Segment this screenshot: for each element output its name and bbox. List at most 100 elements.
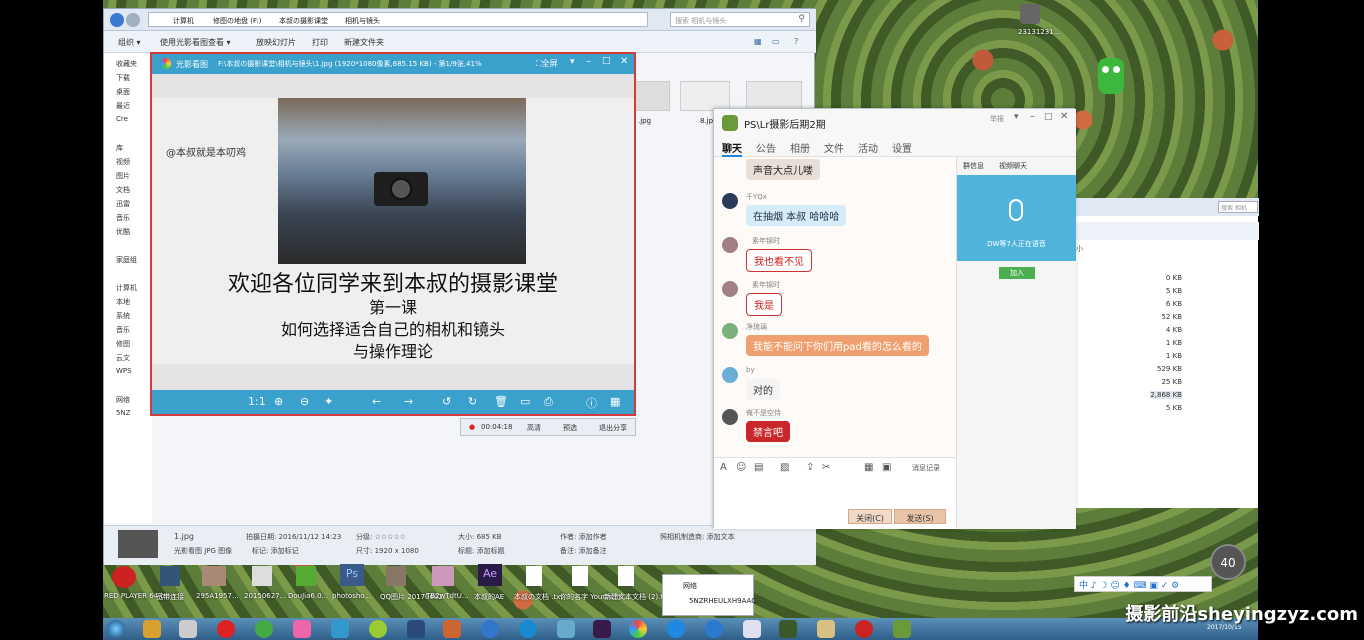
breadcrumb-item[interactable]: 本叔の摄影课堂 (279, 16, 328, 26)
nav-item[interactable]: 家庭组 (116, 255, 137, 265)
close-chat-button[interactable]: 关闭(C) (848, 509, 892, 524)
nav-item[interactable]: 优酷 (116, 227, 130, 237)
desktop-icon[interactable] (526, 566, 542, 586)
preview-button[interactable]: 预选 (563, 423, 577, 433)
new-folder-button[interactable]: 新建文件夹 (344, 37, 384, 48)
font-icon[interactable]: A (720, 462, 727, 473)
minimize-icon[interactable]: – (586, 56, 591, 67)
actual-size-button[interactable]: 1:1 (248, 395, 266, 408)
desktop-icon[interactable] (160, 566, 180, 586)
desktop-icon[interactable] (112, 566, 136, 588)
taskbar-app-icon[interactable] (519, 620, 537, 638)
file-thumbnail[interactable] (680, 81, 730, 111)
tab-notice[interactable]: 公告 (756, 140, 776, 155)
tab-files[interactable]: 文件 (824, 140, 844, 155)
file-thumbnail[interactable] (634, 81, 670, 111)
desktop-icon[interactable] (252, 566, 272, 586)
forward-icon[interactable] (126, 13, 140, 27)
tab-chat[interactable]: 聊天 (722, 140, 742, 157)
taskbar-app-icon[interactable] (743, 620, 761, 638)
details-camera[interactable]: 照相机制造商: 添加文本 (660, 532, 735, 542)
avatar[interactable] (722, 409, 738, 425)
desktop-icon[interactable] (432, 566, 454, 586)
nav-item[interactable]: 网络 (116, 395, 130, 405)
ime-toolbar[interactable]: 中 ♪ ☽ ☺ ♦ ⌨ ▣ ✓ ⚙ (1074, 576, 1212, 592)
taskbar-ie-icon[interactable] (705, 620, 723, 638)
more-icon[interactable]: ▣ (882, 462, 891, 473)
after-effects-icon[interactable]: Ae (478, 564, 502, 586)
nav-item[interactable]: 迅雷 (116, 199, 130, 209)
taskbar-app-icon[interactable] (255, 620, 273, 638)
exit-share-button[interactable]: 退出分享 (599, 423, 627, 433)
taskbar-browser-icon[interactable] (481, 620, 499, 638)
desktop-icon[interactable] (618, 566, 634, 586)
desktop-icon[interactable] (572, 566, 588, 586)
nav-item[interactable]: 库 (116, 143, 123, 153)
report-button[interactable]: 举报 (990, 114, 1004, 124)
print-icon[interactable]: ⎙ (544, 395, 553, 409)
photoshop-icon[interactable]: Ps (340, 564, 364, 586)
taskbar-app-icon[interactable] (179, 620, 197, 638)
fullscreen-button[interactable]: ⛶全屏 (536, 58, 558, 69)
next-arrow-icon[interactable]: → (404, 395, 413, 408)
zoom-in-icon[interactable]: ⊕ (274, 395, 283, 408)
upload-icon[interactable]: ⇪ (806, 462, 814, 473)
nav-item[interactable]: 云文 (116, 353, 130, 363)
taskbar-app-icon[interactable] (369, 620, 387, 638)
organize-button[interactable]: 组织 ▾ (118, 37, 141, 48)
open-folder-icon[interactable]: ▭ (520, 395, 530, 408)
nav-item[interactable]: 5NZ (116, 409, 131, 417)
menu-icon[interactable]: ▾ (1014, 112, 1019, 122)
taskbar-app-icon[interactable] (855, 620, 873, 638)
view-options-icon[interactable]: ▦ (754, 37, 762, 46)
file-thumbnail[interactable] (746, 81, 802, 111)
avatar[interactable] (722, 237, 738, 253)
avatar[interactable] (722, 323, 738, 339)
grid-icon[interactable]: ▦ (610, 395, 620, 408)
taskbar-app-icon[interactable] (293, 620, 311, 638)
tab-activity[interactable]: 活动 (858, 140, 878, 155)
nav-item[interactable]: 桌面 (116, 87, 130, 97)
nav-item[interactable]: 视频 (116, 157, 130, 167)
details-note[interactable]: 备注: 添加备注 (560, 546, 607, 556)
maximize-icon[interactable]: □ (602, 56, 611, 66)
maximize-icon[interactable]: □ (1044, 112, 1053, 122)
nav-item[interactable]: 音乐 (116, 213, 130, 223)
open-with-button[interactable]: 使用光影看图查看 ▾ (160, 37, 231, 48)
taskbar-app-icon[interactable] (443, 620, 461, 638)
minimize-icon[interactable]: – (1030, 111, 1035, 122)
nav-item[interactable]: 修图 (116, 339, 130, 349)
details-tags[interactable]: 标记: 添加标记 (252, 546, 299, 556)
nav-item[interactable]: 系统 (116, 311, 130, 321)
nav-item[interactable]: 收藏夹 (116, 59, 137, 69)
network-pc-label[interactable]: 5NZRHEULXH9AAC (689, 597, 756, 605)
breadcrumb-item[interactable]: 相机与镜头 (345, 16, 380, 26)
tab-group-info[interactable]: 群信息 (963, 161, 984, 171)
tab-video-chat[interactable]: 视频聊天 (999, 161, 1027, 171)
nav-item[interactable]: 本地 (116, 297, 130, 307)
network-label[interactable]: 网络 (683, 581, 697, 591)
ex2-search-input[interactable]: 搜索 相机 (1218, 201, 1258, 213)
taskbar-app-icon[interactable] (779, 620, 797, 638)
hd-button[interactable]: 高清 (527, 423, 541, 433)
nav-item[interactable]: 图片 (116, 171, 130, 181)
nav-item[interactable]: 下载 (116, 73, 130, 83)
magic-wand-icon[interactable]: ✦ (324, 395, 333, 408)
menu-icon[interactable]: ▾ (570, 57, 575, 67)
nav-item[interactable]: 音乐 (116, 325, 130, 335)
rotate-left-icon[interactable]: ↺ (442, 395, 451, 408)
info-icon[interactable]: ⓘ (586, 395, 597, 411)
zoom-out-icon[interactable]: ⊖ (300, 395, 309, 408)
history-button[interactable]: 消息记录 (912, 463, 940, 473)
send-button[interactable]: 发送(S) (894, 509, 946, 524)
file-icon[interactable]: ▦ (864, 462, 873, 473)
delete-icon[interactable]: 🗑 (494, 395, 508, 408)
nav-item[interactable]: Cre (116, 115, 128, 123)
breadcrumb[interactable]: 计算机 修图の地盘 (F:) 本叔の摄影课堂 相机与镜头 (148, 12, 648, 27)
taskbar-app-icon[interactable] (331, 620, 349, 638)
tab-album[interactable]: 相册 (790, 140, 810, 155)
taskbar-viewer-icon[interactable] (629, 620, 647, 638)
taskbar-explorer-icon[interactable] (817, 620, 835, 638)
taskbar-app-icon[interactable] (667, 620, 685, 638)
preview-pane-icon[interactable]: ▭ (772, 37, 780, 46)
